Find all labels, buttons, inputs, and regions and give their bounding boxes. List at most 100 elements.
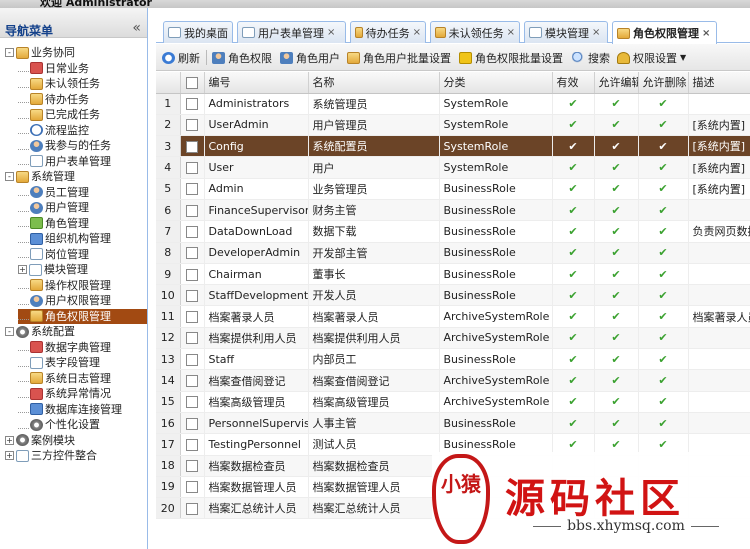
collapse-toggle-icon[interactable]: -: [5, 172, 14, 181]
row-checkbox[interactable]: [186, 289, 198, 302]
table-row[interactable]: 13 Staff 内部员工 BusinessRole ✔ ✔ ✔: [156, 348, 750, 371]
close-icon[interactable]: ×: [327, 27, 335, 38]
nav-item[interactable]: 用户权限管理: [18, 293, 111, 308]
nav-item[interactable]: 员工管理: [18, 185, 89, 200]
role-user-button[interactable]: 角色用户: [280, 49, 340, 66]
row-select-cell[interactable]: [180, 242, 205, 264]
table-row[interactable]: 3 Config 系统配置员 SystemRole ✔ ✔ ✔ [系统内置]: [156, 135, 750, 158]
row-select-cell[interactable]: [180, 412, 205, 435]
nav-item[interactable]: + 模块管理: [18, 262, 88, 277]
row-select-cell[interactable]: [180, 93, 205, 115]
row-checkbox[interactable]: [186, 438, 198, 451]
table-row[interactable]: 1 Administrators 系统管理员 SystemRole ✔ ✔ ✔: [156, 93, 750, 115]
row-checkbox[interactable]: [186, 162, 198, 175]
nav-item[interactable]: + 案例模块: [5, 433, 75, 448]
permission-settings-button[interactable]: 权限设置 ▼: [617, 49, 686, 66]
nav-item[interactable]: 数据字典管理: [18, 340, 111, 355]
row-select-cell[interactable]: [180, 391, 205, 413]
nav-item[interactable]: 系统异常情况: [18, 386, 111, 401]
tab-5[interactable]: 模块管理 ×: [524, 21, 608, 43]
search-button[interactable]: 搜索: [572, 49, 610, 66]
row-select-cell[interactable]: [180, 135, 205, 158]
tab-4[interactable]: 未认领任务 ×: [430, 21, 520, 43]
row-select-cell[interactable]: [180, 263, 205, 286]
collapse-toggle-icon[interactable]: -: [5, 48, 14, 57]
table-row[interactable]: 10 StaffDevelopment 开发人员 BusinessRole ✔ ✔ ✔: [156, 284, 750, 307]
nav-item[interactable]: - 系统管理: [5, 169, 75, 184]
table-row[interactable]: 14 档案查借阅登记 档案查借阅登记 ArchiveSystemRole ✔ ✔ ✔: [156, 369, 750, 392]
nav-item[interactable]: 角色权限管理: [18, 308, 147, 324]
role-permission-button[interactable]: 角色权限: [212, 49, 272, 66]
expand-toggle-icon[interactable]: +: [5, 451, 14, 460]
row-select-cell[interactable]: [180, 433, 205, 456]
row-checkbox[interactable]: [186, 204, 198, 217]
row-select-cell[interactable]: [180, 220, 205, 243]
column-header-allow-edit[interactable]: 允许编辑: [594, 72, 639, 94]
row-select-cell[interactable]: [180, 305, 205, 328]
row-select-cell[interactable]: [180, 114, 205, 137]
row-select-cell[interactable]: [180, 284, 205, 307]
row-checkbox[interactable]: [186, 247, 198, 260]
expand-toggle-icon[interactable]: +: [5, 435, 14, 445]
expand-toggle-icon[interactable]: +: [18, 265, 27, 274]
nav-item[interactable]: 组织机构管理: [18, 231, 111, 246]
row-select-cell[interactable]: [180, 327, 205, 350]
nav-item[interactable]: - 业务协同: [5, 45, 75, 60]
column-header-code[interactable]: 编号: [204, 72, 309, 94]
tab-6[interactable]: 角色权限管理 ×: [612, 21, 717, 44]
nav-item[interactable]: 操作权限管理: [18, 278, 111, 293]
row-checkbox[interactable]: [186, 481, 198, 494]
tab-1[interactable]: 我的桌面: [163, 21, 233, 43]
row-checkbox[interactable]: [186, 375, 198, 387]
nav-item[interactable]: 未认领任务: [18, 76, 100, 91]
close-icon[interactable]: ×: [702, 28, 710, 39]
column-header-description[interactable]: 描述: [688, 72, 750, 94]
close-icon[interactable]: ×: [592, 27, 600, 38]
nav-item[interactable]: 日常业务: [18, 61, 89, 76]
row-select-cell[interactable]: [180, 455, 205, 477]
column-header-allow-delete[interactable]: 允许删除: [638, 72, 689, 94]
close-icon[interactable]: ×: [413, 27, 421, 38]
nav-item[interactable]: 角色管理: [18, 216, 89, 231]
row-checkbox[interactable]: [186, 119, 198, 132]
table-row[interactable]: 8 DeveloperAdmin 开发部主管 BusinessRole ✔ ✔ ✔: [156, 242, 750, 264]
row-checkbox[interactable]: [186, 98, 198, 111]
row-checkbox[interactable]: [186, 268, 198, 281]
collapse-toggle-icon[interactable]: -: [5, 327, 14, 336]
nav-item[interactable]: 系统日志管理: [18, 371, 111, 386]
select-all-checkbox[interactable]: [186, 76, 198, 89]
collapse-icon[interactable]: «: [132, 20, 141, 36]
column-header-category[interactable]: 分类: [439, 72, 553, 94]
row-select-cell[interactable]: [180, 369, 205, 392]
row-select-cell[interactable]: [180, 348, 205, 371]
row-select-cell[interactable]: [180, 199, 205, 222]
nav-item[interactable]: - 系统配置: [5, 324, 75, 339]
table-row[interactable]: 7 DataDownLoad数据下载BusinessRole ✔ ✔ ✔ 负责网页数据: [156, 220, 750, 243]
table-row[interactable]: 9 Chairman 董事长 BusinessRole ✔ ✔ ✔: [156, 263, 750, 286]
role-permission-batch-button[interactable]: 角色权限批量设置: [459, 49, 563, 66]
table-row[interactable]: 6 FinanceSupervisor 财务主管 BusinessRole ✔ ✔ ✔: [156, 199, 750, 222]
row-select-cell[interactable]: [180, 178, 205, 200]
column-header-valid[interactable]: 有效: [552, 72, 595, 94]
row-checkbox[interactable]: [186, 417, 198, 430]
table-row[interactable]: 11档案著录人员档案著录人员ArchiveSystemRole✔✔✔档案著录人员: [156, 305, 750, 328]
nav-item[interactable]: 岗位管理: [18, 247, 89, 262]
tab-3[interactable]: 待办任务 ×: [350, 21, 426, 43]
table-row[interactable]: 16 PersonnelSupervisor人事主管BusinessRole ✔ ✔ ✔: [156, 412, 750, 435]
table-row[interactable]: 2 UserAdmin 用户管理员 SystemRole ✔ ✔ ✔ [系统内置]: [156, 114, 750, 137]
row-checkbox[interactable]: [186, 396, 198, 409]
nav-item[interactable]: 已完成任务: [18, 107, 100, 122]
row-select-cell[interactable]: [180, 476, 205, 499]
select-all-header[interactable]: [180, 72, 205, 94]
table-row[interactable]: 5 Admin 业务管理员 BusinessRole ✔ ✔ ✔ [系统内置]: [156, 178, 750, 200]
refresh-button[interactable]: 刷新: [162, 49, 200, 66]
nav-item[interactable]: 流程监控: [18, 123, 89, 138]
nav-item[interactable]: 表字段管理: [18, 355, 100, 370]
close-icon[interactable]: ×: [507, 27, 515, 38]
row-checkbox[interactable]: [186, 353, 198, 366]
table-row[interactable]: 15 档案高级管理员 档案高级管理员 ArchiveSystemRole ✔ ✔ ✔: [156, 391, 750, 413]
nav-item[interactable]: 待办任务: [18, 92, 89, 107]
column-header-name[interactable]: 名称: [308, 72, 440, 94]
row-checkbox[interactable]: [186, 460, 198, 473]
nav-item[interactable]: 用户管理: [18, 200, 89, 215]
